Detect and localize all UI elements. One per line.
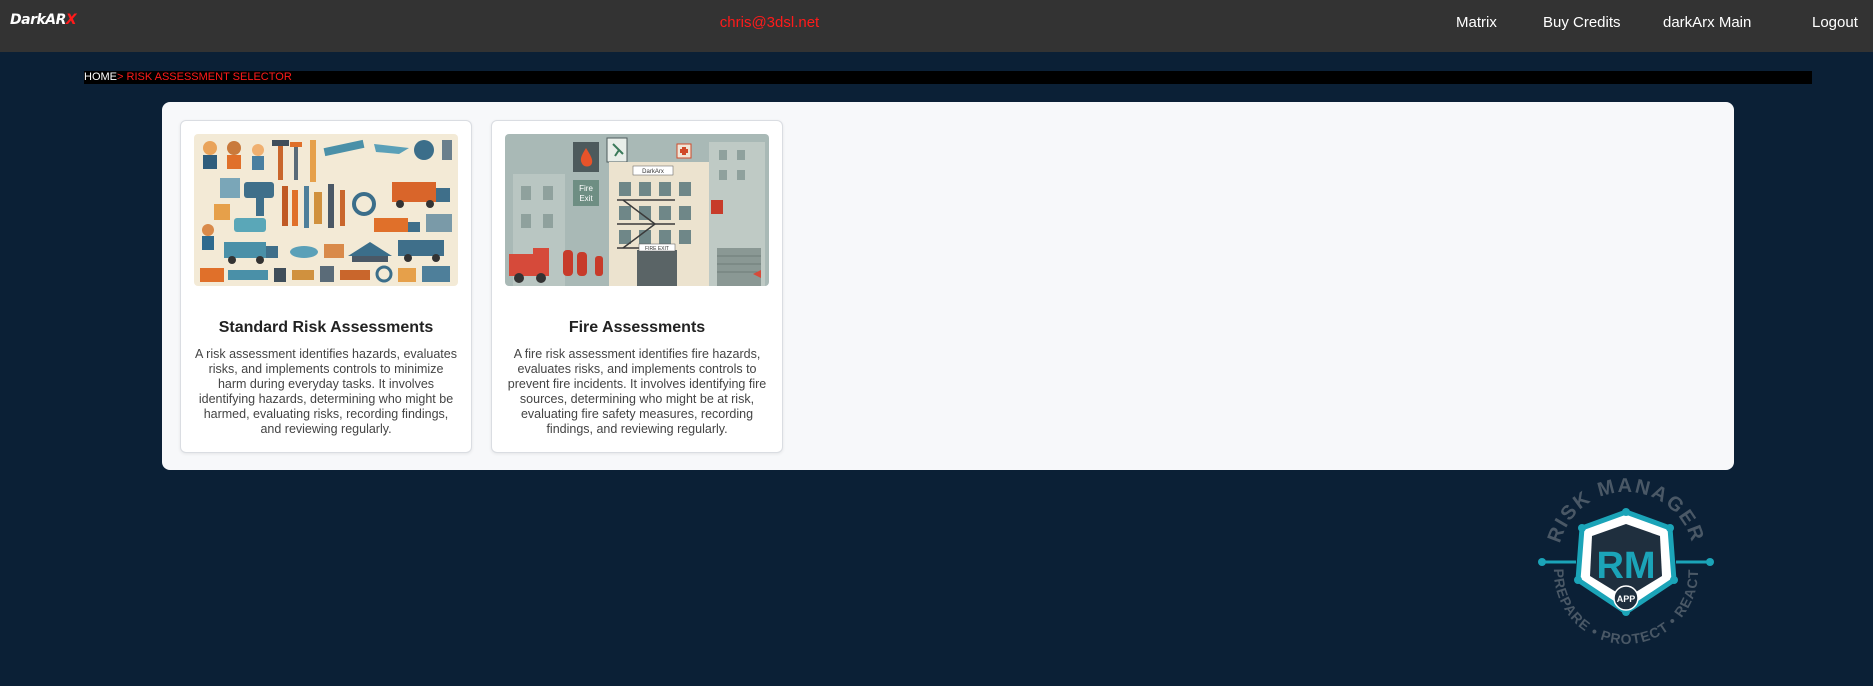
nav-link-buy-credits[interactable]: Buy Credits [1543,14,1621,31]
door-sign-text: FIRE EXIT [645,246,669,252]
card-description: A fire risk assessment identifies fire h… [507,347,767,436]
breadcrumb-separator: > [117,71,124,83]
tools-collage-image [194,134,458,286]
user-email: chris@3dsl.net [719,14,820,31]
card-title: Fire Assessments [568,319,706,336]
logo-app-badge: APP [1617,594,1636,604]
breadcrumb: HOME> RISK ASSESSMENT SELECTOR [84,71,1812,84]
fire-exit-building-image: Fire Exit DarkArx FIRE EXIT [505,134,769,286]
breadcrumb-current: RISK ASSESSMENT SELECTOR [126,71,292,83]
card-fire-assessments[interactable]: Fire Exit DarkArx FIRE EXIT Fire Assessm… [491,120,783,453]
nav-link-matrix[interactable]: Matrix [1456,14,1497,31]
risk-manager-logo: RISK MANAGER PREPARE • PROTECT • REACT R… [1536,470,1716,650]
building-sign-text: DarkArx [642,169,664,175]
nav-link-darkarx-main[interactable]: darkArx Main [1663,14,1751,31]
card-description: A risk assessment identifies hazards, ev… [195,347,457,436]
breadcrumb-home[interactable]: HOME [84,71,117,83]
top-navbar: DarkARX chris@3dsl.net Matrix Buy Credit… [0,0,1873,52]
card-standard-risk-assessments[interactable]: Standard Risk Assessments A risk assessm… [180,120,472,453]
logo-monogram: RM [1596,545,1655,587]
assessment-selector-panel: Standard Risk Assessments A risk assessm… [162,102,1734,470]
fire-exit-sign-text-line2: Exit [579,194,593,203]
card-title: Standard Risk Assessments [218,319,434,336]
fire-exit-sign-text-line1: Fire [579,184,593,193]
nav-link-logout[interactable]: Logout [1812,14,1858,31]
